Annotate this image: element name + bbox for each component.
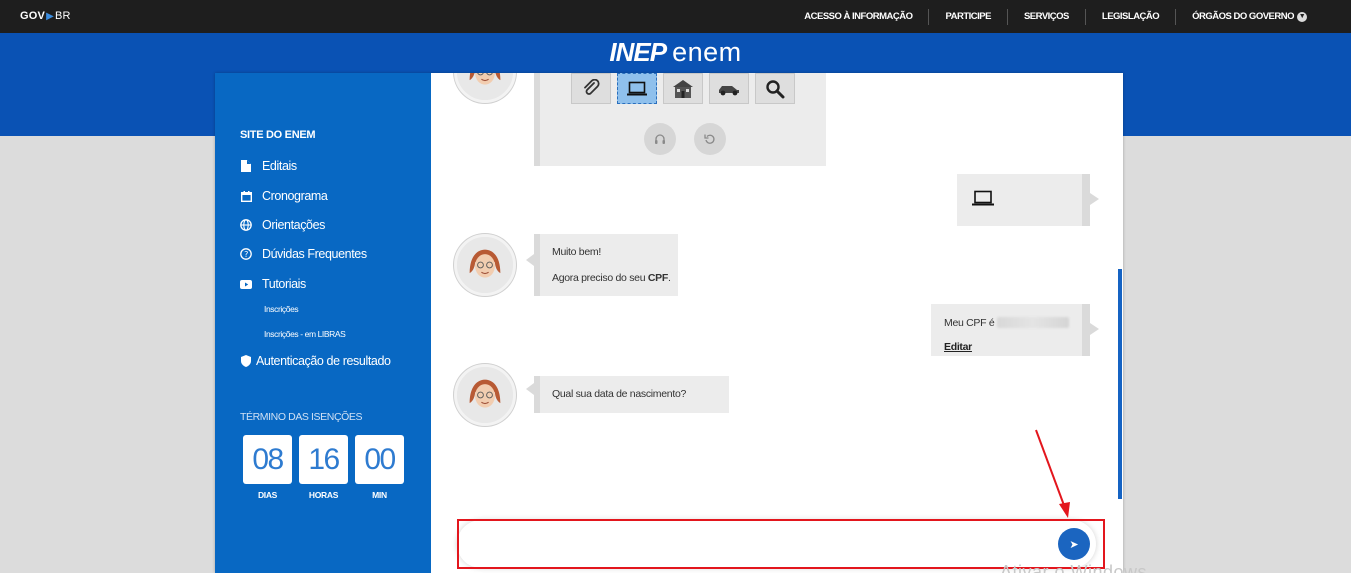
nav-orgaos-governo[interactable]: ÓRGÃOS DO GOVERNO ▼	[1175, 8, 1323, 25]
bot-bubble-tail	[526, 254, 534, 266]
user-message-cpf: Meu CPF é Editar	[931, 304, 1090, 356]
countdown-days: 08	[243, 435, 292, 484]
car-option[interactable]	[709, 73, 749, 104]
undo-icon	[704, 134, 715, 144]
line2-prefix: Agora preciso do seu	[552, 272, 648, 284]
bot-bubble-tail	[526, 383, 534, 395]
document-icon	[240, 160, 252, 172]
car-icon	[719, 85, 739, 95]
windows-activation-watermark: Ativar o Windows	[1000, 562, 1148, 573]
question-icon: ?	[240, 248, 252, 260]
inep-enem-logo[interactable]: INEP enem	[0, 37, 1351, 68]
sidebar-subitem-inscricoes-libras[interactable]: Inscrições - em LIBRAS	[264, 329, 346, 339]
house-option[interactable]	[663, 73, 703, 104]
countdown-minutes: 00	[355, 435, 404, 484]
sidebar-item-autenticacao[interactable]: Autenticação de resultado	[240, 354, 391, 368]
nav-orgaos-label: ÓRGÃOS DO GOVERNO	[1192, 10, 1294, 22]
countdown-days-label: DIAS	[257, 490, 278, 500]
undo-button[interactable]	[694, 123, 726, 155]
nav-participe[interactable]: PARTICIPE	[928, 8, 1006, 25]
svg-text:?: ?	[244, 250, 248, 259]
countdown-minutes-label: MIN	[372, 490, 387, 500]
youtube-icon	[240, 278, 252, 290]
line2-bold: CPF	[647, 272, 668, 284]
sidebar-item-tutoriais[interactable]: Tutoriais	[240, 277, 306, 291]
icon-selection-panel	[534, 73, 826, 166]
gov-logo-arrow-icon: ▶	[46, 11, 54, 22]
edit-cpf-link[interactable]: Editar	[944, 341, 972, 353]
user-bubble-tail	[1090, 193, 1099, 205]
countdown-title: TÉRMINO DAS ISENÇÕES	[240, 411, 363, 423]
sidebar-subitem-inscricoes[interactable]: Inscrições	[264, 304, 299, 314]
sidebar-item-label: Tutoriais	[262, 277, 306, 291]
line2-suffix: .	[667, 272, 671, 284]
sidebar-item-label: Dúvidas Frequentes	[262, 247, 367, 261]
inep-logo-text: INEP	[609, 37, 667, 67]
sidebar-item-cronograma[interactable]: Cronograma	[240, 189, 328, 203]
sidebar-item-label: Autenticação de resultado	[256, 354, 391, 368]
countdown-hours-label: HORAS	[308, 490, 339, 500]
annotation-arrow	[1035, 429, 1070, 518]
paperclip-option[interactable]	[571, 73, 611, 104]
bot-message-cpf-request: Muito bem! Agora preciso do seu CPF.	[534, 234, 678, 296]
magnifier-option[interactable]	[755, 73, 795, 104]
headphones-icon	[655, 134, 665, 144]
enem-logo-text: enem	[672, 37, 742, 67]
sidebar-item-label: Editais	[262, 159, 297, 173]
gov-nav: ACESSO À INFORMAÇÃO PARTICIPE SERVIÇOS L…	[788, 0, 1323, 33]
gov-top-bar: GOV▶BR ACESSO À INFORMAÇÃO PARTICIPE SER…	[0, 0, 1351, 33]
shield-icon	[240, 355, 252, 367]
countdown-hours: 16	[299, 435, 348, 484]
calendar-icon	[240, 190, 252, 202]
chat-scrollbar-thumb[interactable]	[1118, 269, 1122, 499]
sidebar-item-label: Orientações	[262, 218, 325, 232]
sidebar: SITE DO ENEM Editais Cronograma Orientaç…	[215, 73, 431, 573]
chevron-down-icon: ▼	[1297, 11, 1307, 22]
laptop-icon	[627, 81, 647, 95]
user-message-laptop	[957, 174, 1090, 226]
nav-acesso-informacao[interactable]: ACESSO À INFORMAÇÃO	[788, 9, 928, 25]
globe-icon	[240, 219, 252, 231]
sidebar-item-label: Cronograma	[262, 189, 328, 203]
bot-message-line2: Agora preciso do seu CPF.	[552, 272, 671, 284]
bot-message-line1: Muito bem!	[552, 246, 601, 258]
sidebar-item-orientacoes[interactable]: Orientações	[240, 218, 325, 232]
user-bubble-tail	[1090, 323, 1099, 335]
laptop-option[interactable]	[617, 73, 657, 104]
user-cpf-text: Meu CPF é	[944, 317, 1070, 329]
main-card: SITE DO ENEM Editais Cronograma Orientaç…	[215, 73, 1123, 573]
sidebar-item-duvidas[interactable]: ? Dúvidas Frequentes	[240, 247, 367, 261]
redacted-cpf	[997, 317, 1070, 328]
paperclip-icon	[584, 78, 600, 95]
nav-servicos[interactable]: SERVIÇOS	[1006, 8, 1085, 25]
house-icon	[673, 79, 693, 98]
assistant-avatar	[454, 73, 516, 103]
cpf-label: Meu CPF é	[944, 317, 995, 329]
gov-logo-text: GOV	[20, 10, 46, 22]
laptop-icon	[972, 190, 994, 206]
nav-legislacao[interactable]: LEGISLAÇÃO	[1084, 8, 1175, 25]
assistant-avatar	[454, 234, 516, 296]
bot-message-birthdate: Qual sua data de nascimento?	[534, 376, 729, 413]
headphones-button[interactable]	[644, 123, 676, 155]
magnifier-icon	[766, 79, 785, 98]
bot-message-text: Qual sua data de nascimento?	[552, 388, 687, 400]
sidebar-title: SITE DO ENEM	[240, 129, 316, 141]
assistant-avatar	[454, 364, 516, 426]
sidebar-item-editais[interactable]: Editais	[240, 159, 297, 173]
gov-br-logo[interactable]: GOV▶BR	[20, 10, 71, 22]
br-logo-text: BR	[54, 10, 71, 22]
chat-area: Muito bem! Agora preciso do seu CPF. Meu…	[431, 73, 1123, 573]
